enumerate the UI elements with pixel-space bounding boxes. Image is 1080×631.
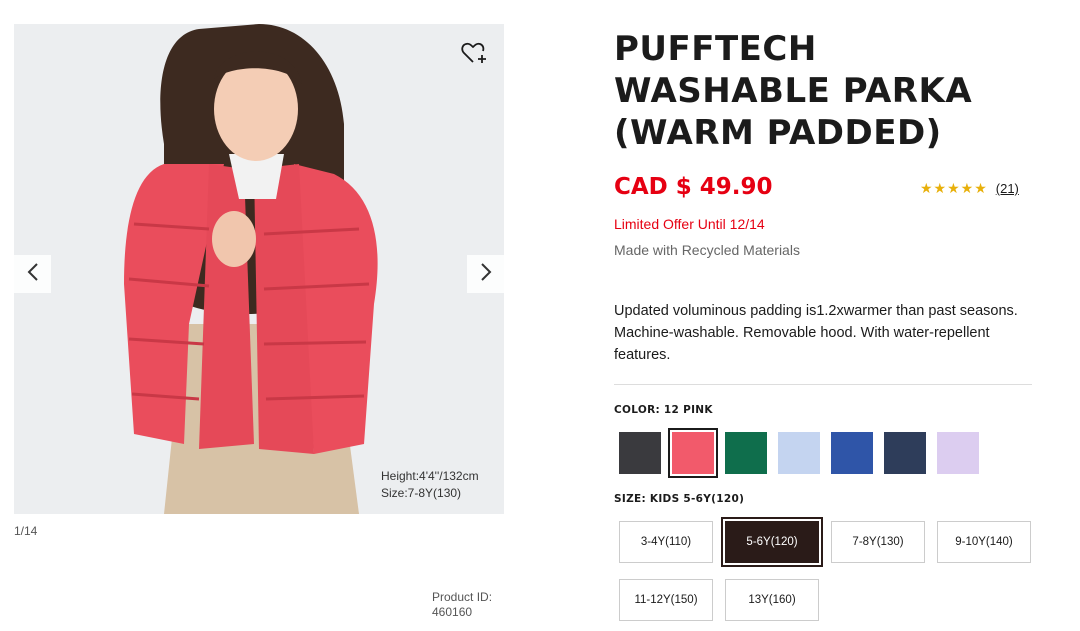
product-id-value: 460160 bbox=[432, 605, 473, 619]
product-id: Product ID: 460160 bbox=[432, 590, 492, 620]
rating: ★★★★★ (21) bbox=[920, 180, 1019, 197]
chevron-right-icon bbox=[479, 262, 493, 287]
color-swatch-navy[interactable] bbox=[884, 432, 926, 474]
size-option[interactable]: 13Y(160) bbox=[725, 579, 819, 621]
size-option[interactable]: 9-10Y(140) bbox=[937, 521, 1031, 563]
color-swatch-green[interactable] bbox=[725, 432, 767, 474]
size-option[interactable]: 7-8Y(130) bbox=[831, 521, 925, 563]
material-text: Made with Recycled Materials bbox=[614, 242, 800, 258]
limited-offer-text: Limited Offer Until 12/14 bbox=[614, 216, 765, 232]
color-swatch-lavender[interactable] bbox=[937, 432, 979, 474]
model-size-text: Size:7-8Y(130) bbox=[381, 486, 462, 500]
size-label: SIZE: KIDS 5-6Y(120) bbox=[614, 493, 745, 505]
size-option[interactable]: 5-6Y(120) bbox=[721, 517, 823, 567]
divider bbox=[614, 384, 1032, 385]
image-counter: 1/14 bbox=[14, 524, 38, 538]
product-image-gallery[interactable]: Height:4'4''/132cm Size:7-8Y(130) bbox=[14, 24, 504, 514]
rating-stars: ★★★★★ bbox=[920, 180, 988, 196]
size-option[interactable]: 11-12Y(150) bbox=[619, 579, 713, 621]
model-height-text: Height:4'4''/132cm bbox=[381, 469, 479, 483]
model-info-overlay: Height:4'4''/132cm Size:7-8Y(130) bbox=[381, 468, 479, 502]
next-image-button[interactable] bbox=[467, 255, 504, 293]
product-price: CAD $ 49.90 bbox=[614, 174, 773, 200]
color-label: COLOR: 12 PINK bbox=[614, 404, 713, 416]
product-title-line: (WARM PADDED) bbox=[614, 113, 942, 153]
size-option[interactable]: 3-4Y(110) bbox=[619, 521, 713, 563]
review-count-link[interactable]: (21) bbox=[996, 181, 1019, 196]
product-id-label: Product ID: bbox=[432, 590, 493, 604]
product-description: Updated voluminous padding is1.2xwarmer … bbox=[614, 303, 1018, 363]
color-swatch-light-blue[interactable] bbox=[778, 432, 820, 474]
product-title: PUFFTECH WASHABLE PARKA (WARM PADDED) bbox=[614, 28, 1054, 154]
color-swatch-dark-gray[interactable] bbox=[619, 432, 661, 474]
color-swatch-blue[interactable] bbox=[831, 432, 873, 474]
previous-image-button[interactable] bbox=[14, 255, 51, 293]
product-title-line: WASHABLE PARKA bbox=[614, 71, 973, 111]
product-title-line: PUFFTECH bbox=[614, 29, 817, 69]
color-swatch-pink[interactable] bbox=[668, 428, 718, 478]
chevron-left-icon bbox=[26, 262, 40, 287]
wishlist-heart-icon[interactable] bbox=[461, 42, 489, 66]
product-photo bbox=[14, 24, 504, 514]
